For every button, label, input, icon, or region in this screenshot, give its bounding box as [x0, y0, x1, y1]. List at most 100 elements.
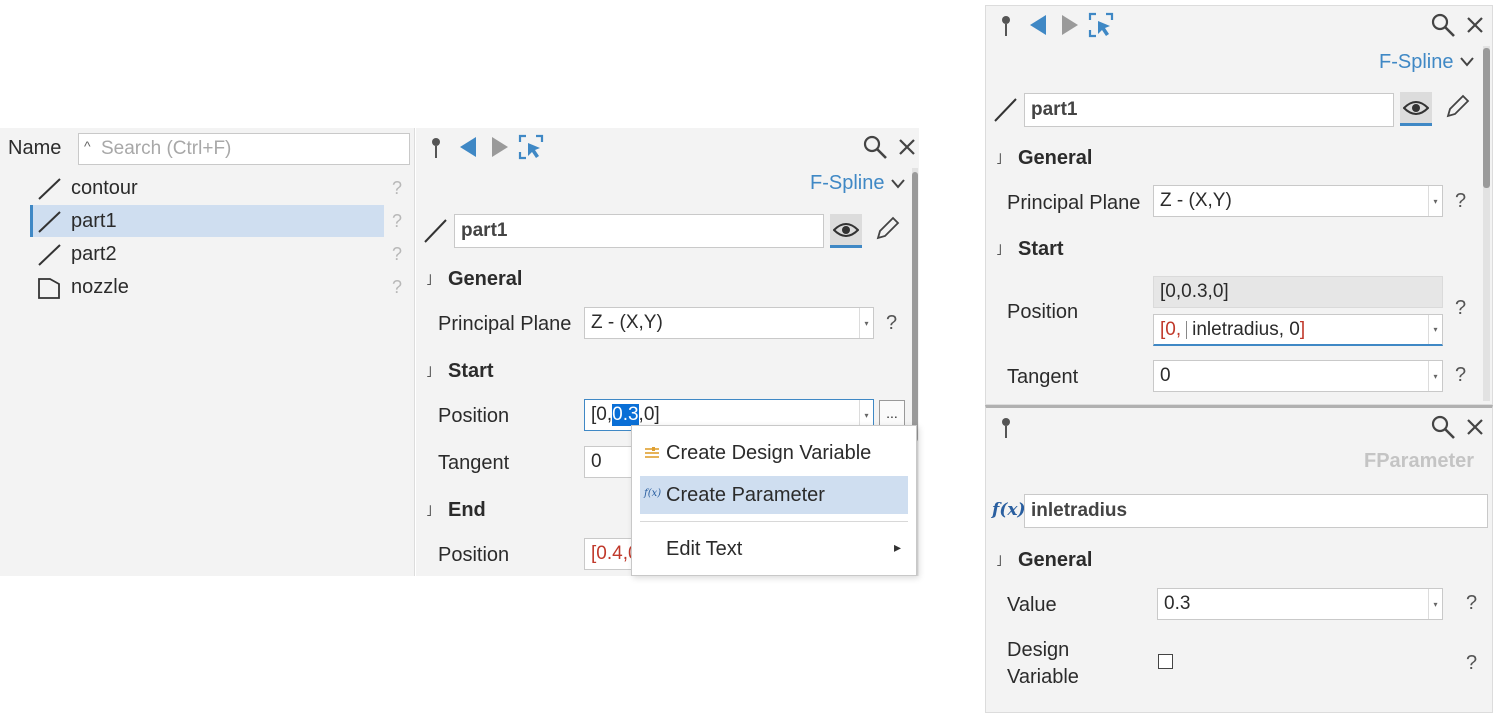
object-name-field[interactable]: part1 — [1024, 93, 1394, 127]
close-icon[interactable] — [1466, 418, 1484, 436]
select-in-view-icon[interactable] — [1088, 12, 1114, 38]
tree-item-label: contour — [71, 177, 138, 199]
tree-item-nozzle[interactable]: nozzle — [30, 271, 385, 303]
help-icon[interactable]: ? — [392, 277, 402, 298]
principal-plane-value: Z - (X,Y) — [1160, 190, 1232, 211]
object-name-field[interactable]: part1 — [454, 214, 824, 248]
search-icon[interactable] — [862, 134, 888, 160]
tree-search-placeholder: Search (Ctrl+F) — [101, 138, 232, 159]
dropdown-arrow-icon[interactable]: ▾ — [859, 308, 873, 338]
menu-item-label: Edit Text — [666, 538, 743, 560]
pencil-icon[interactable] — [874, 216, 900, 242]
parameter-panel: FParameter f(x) inletradius ˩ General Val… — [985, 405, 1493, 713]
help-icon[interactable]: ? — [1466, 592, 1477, 615]
forward-arrow-icon[interactable] — [490, 135, 510, 159]
principal-plane-select[interactable]: Z - (X,Y) ▾ — [584, 307, 874, 339]
scrollbar-thumb[interactable] — [912, 172, 918, 442]
principal-plane-select[interactable]: Z - (X,Y) ▾ — [1153, 185, 1443, 217]
tree-item-part1[interactable]: part1 — [30, 205, 384, 237]
pencil-icon[interactable] — [1444, 94, 1470, 120]
start-position-label: Position — [1007, 301, 1079, 323]
help-icon[interactable]: ? — [1455, 297, 1466, 320]
help-icon[interactable]: ? — [392, 211, 402, 232]
tree-search-field[interactable]: ^ Search (Ctrl+F) — [78, 133, 410, 165]
dropdown-arrow-icon[interactable]: ▾ — [1428, 315, 1442, 344]
menu-item-create-parameter[interactable]: f(x) Create Parameter — [640, 476, 908, 514]
select-in-view-icon[interactable] — [518, 134, 544, 160]
sort-caret-icon[interactable]: ^ — [84, 138, 91, 154]
section-start[interactable]: ˩ Start — [426, 360, 494, 383]
tangent-value: 0 — [591, 451, 602, 472]
dropdown-arrow-icon[interactable]: ▾ — [1428, 186, 1442, 216]
close-icon[interactable] — [898, 138, 916, 156]
menu-item-create-design-variable[interactable]: Create Design Variable — [632, 434, 916, 472]
help-icon[interactable]: ? — [392, 244, 402, 265]
line-icon — [424, 219, 447, 243]
tangent-field[interactable]: 0 ▾ — [1153, 360, 1443, 392]
section-title: End — [448, 499, 486, 521]
chevron-down-icon[interactable] — [890, 178, 906, 190]
menu-item-edit-text[interactable]: Edit Text ▸ — [632, 530, 916, 568]
object-type-link[interactable]: F-Spline — [810, 172, 884, 195]
parameter-name-value: inletradius — [1031, 500, 1128, 521]
dropdown-arrow-icon[interactable]: ▾ — [1428, 589, 1442, 619]
object-type-label: FParameter — [1364, 450, 1475, 472]
search-icon[interactable] — [1430, 414, 1456, 440]
help-icon[interactable]: ? — [1455, 364, 1466, 387]
design-variable-checkbox[interactable] — [1158, 654, 1173, 669]
scrollbar[interactable] — [1483, 46, 1490, 401]
line-icon — [38, 211, 61, 233]
tree-item-part2[interactable]: part2 — [30, 238, 385, 270]
dropdown-arrow-icon[interactable]: ▾ — [1428, 361, 1442, 391]
section-title: General — [448, 268, 523, 290]
chevron-down-icon[interactable] — [1459, 56, 1475, 68]
visibility-toggle[interactable] — [830, 214, 862, 248]
search-icon[interactable] — [1430, 12, 1456, 38]
fx-icon: f(x) — [992, 500, 1026, 520]
parameter-name-field[interactable]: inletradius — [1024, 494, 1488, 528]
position-text-selected: 0.3 — [612, 404, 639, 426]
tree-item-contour[interactable]: contour — [30, 172, 385, 204]
position-expr-close: ] — [1299, 318, 1306, 340]
polygon-icon — [38, 278, 60, 299]
pin-icon[interactable] — [430, 136, 442, 160]
section-end[interactable]: ˩ End — [426, 499, 486, 522]
value-field[interactable]: 0.3 ▾ — [1157, 588, 1443, 620]
visibility-toggle[interactable] — [1400, 92, 1432, 126]
help-icon[interactable]: ? — [392, 178, 402, 199]
fx-icon: f(x) — [644, 488, 662, 499]
forward-arrow-icon[interactable] — [1060, 13, 1080, 37]
tree-panel: Name ^ Search (Ctrl+F) contour ? part1 ?… — [0, 128, 415, 576]
eye-icon — [833, 223, 859, 237]
scrollbar-thumb[interactable] — [1483, 48, 1490, 188]
section-general[interactable]: ˩ General — [996, 549, 1092, 572]
menu-item-label: Create Parameter — [666, 484, 825, 506]
section-general[interactable]: ˩ General — [996, 147, 1092, 170]
submenu-arrow-icon: ▸ — [894, 539, 902, 555]
help-icon[interactable]: ? — [886, 312, 897, 335]
back-arrow-icon[interactable] — [458, 135, 478, 159]
object-name-value: part1 — [1031, 99, 1078, 120]
eye-icon — [1403, 101, 1429, 115]
position-readonly-value: [0,0.3,0] — [1160, 281, 1229, 302]
help-icon[interactable]: ? — [1455, 190, 1466, 213]
position-expression-field[interactable]: [0, inletradius, 0 ] ▾ — [1153, 314, 1443, 346]
position-readonly-display: [0,0.3,0] — [1153, 276, 1443, 308]
value-value: 0.3 — [1164, 593, 1191, 614]
line-icon — [38, 178, 61, 200]
back-arrow-icon[interactable] — [1028, 13, 1048, 37]
object-type-link[interactable]: F-Spline — [1379, 51, 1453, 74]
help-icon[interactable]: ? — [1466, 652, 1477, 675]
value-label: Value — [1007, 594, 1057, 616]
pin-icon[interactable] — [1000, 416, 1012, 440]
section-title: General — [1018, 147, 1093, 169]
position-expr-param: inletradius, 0 — [1192, 318, 1300, 340]
menu-item-label: Create Design Variable — [666, 442, 872, 464]
section-title: General — [1018, 549, 1093, 571]
line-icon — [38, 244, 61, 266]
section-start[interactable]: ˩ Start — [996, 238, 1064, 261]
section-general[interactable]: ˩ General — [426, 268, 522, 291]
principal-plane-label: Principal Plane — [1007, 192, 1141, 214]
close-icon[interactable] — [1466, 16, 1484, 34]
pin-icon[interactable] — [1000, 14, 1012, 38]
